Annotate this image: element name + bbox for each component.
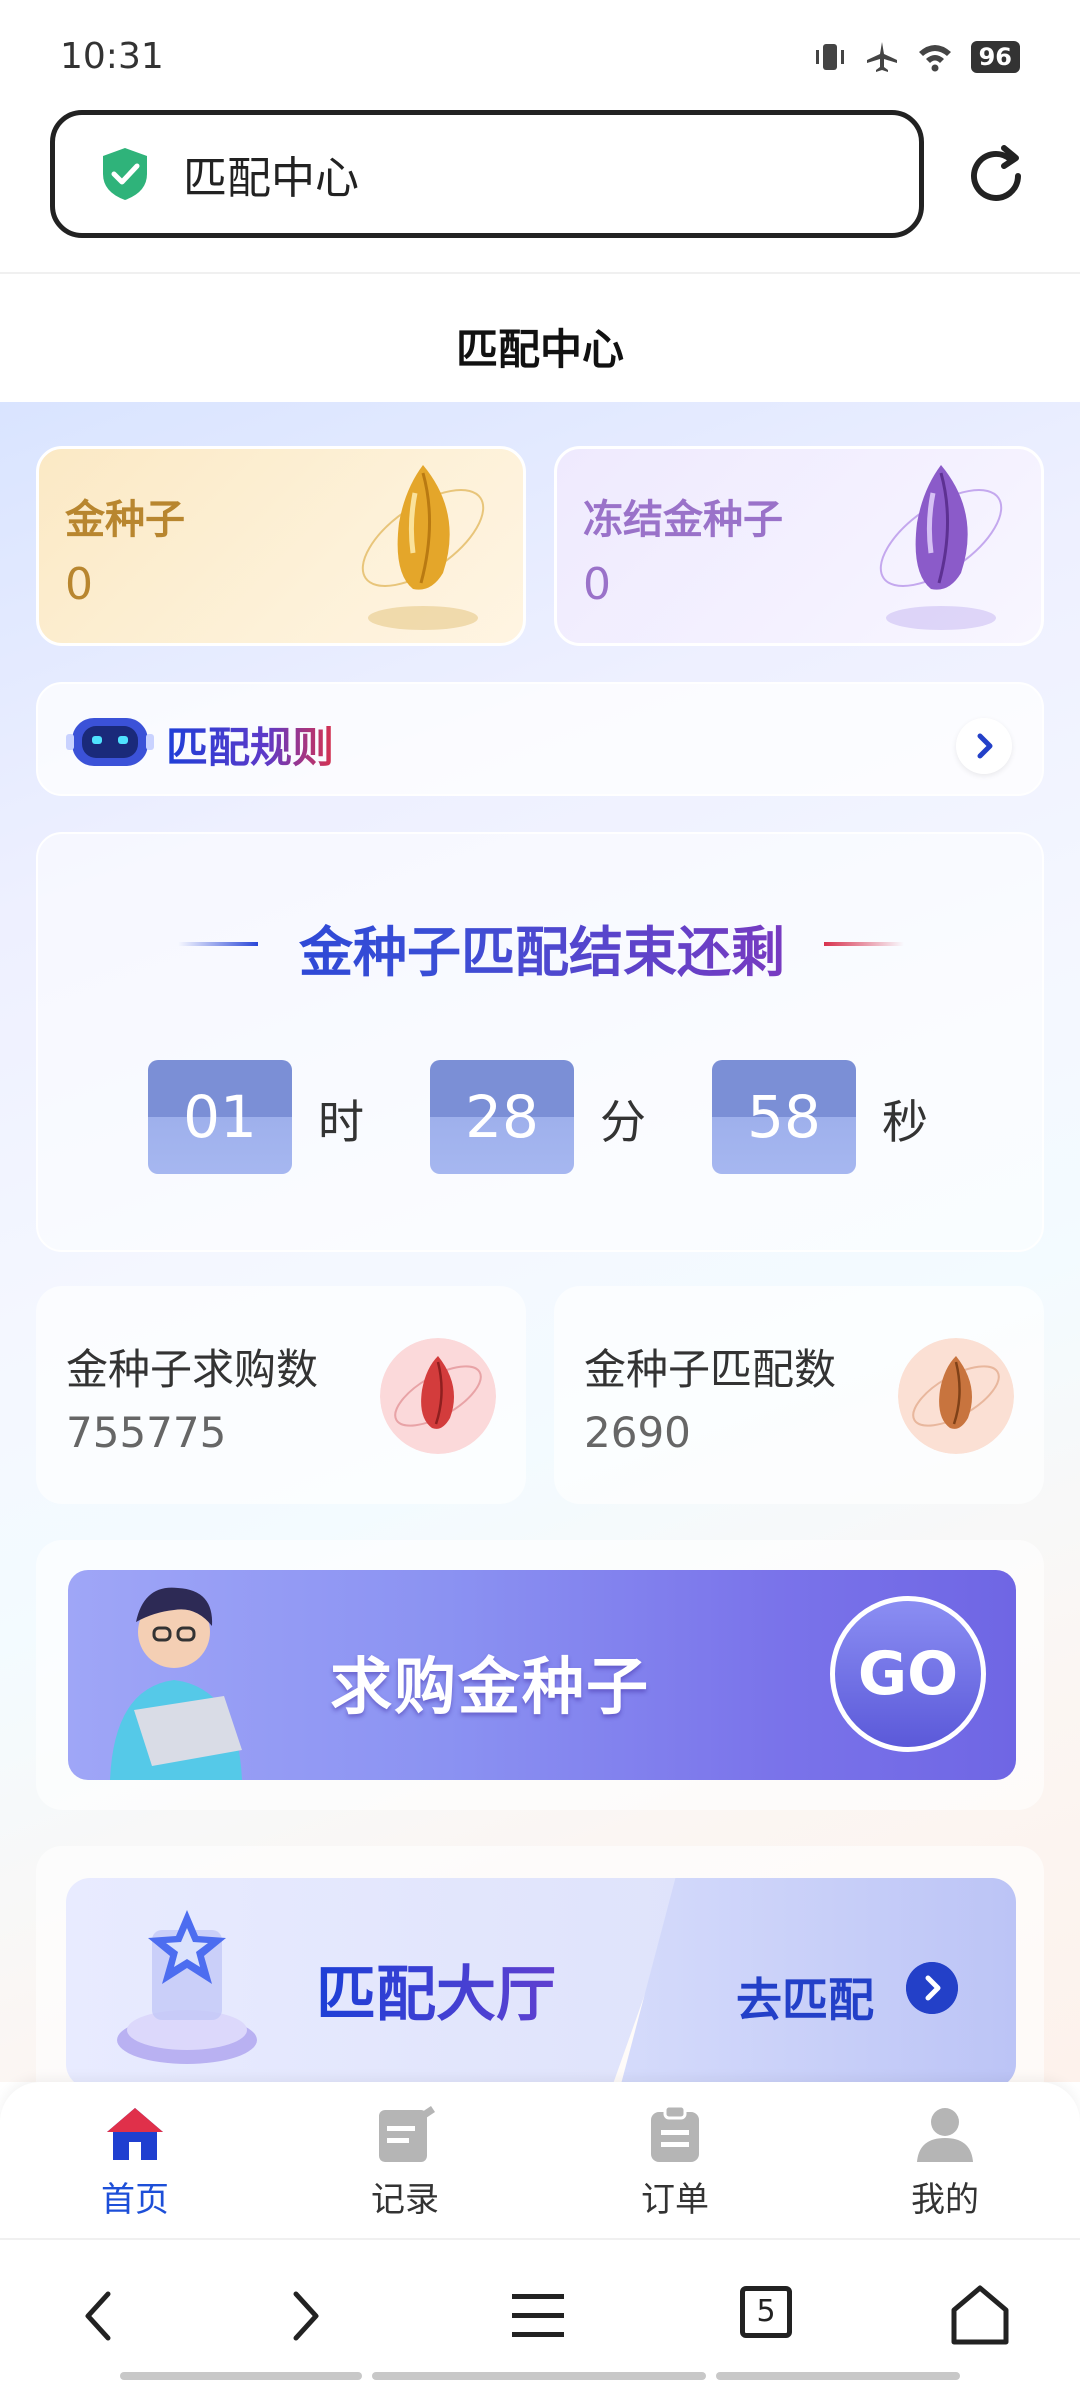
robot-icon: [66, 718, 154, 766]
countdown-minutes: 28: [430, 1060, 574, 1174]
reload-icon[interactable]: [960, 140, 1032, 212]
browser-nav-bar: 5: [0, 2238, 1080, 2388]
home-icon: [107, 2108, 163, 2160]
vibrate-icon: [815, 44, 844, 70]
person-laptop-illustration: [110, 1587, 242, 1780]
matched-count-card: 金种子匹配数 2690: [554, 1286, 1044, 1504]
minutes-unit: 分: [600, 1095, 646, 1149]
gold-seed-value: 0: [65, 559, 93, 610]
countdown-hours: 01: [148, 1060, 292, 1174]
purchase-count-value: 755775: [66, 1408, 227, 1457]
tab-records-label: 记录: [371, 2180, 439, 2220]
menu-icon[interactable]: [502, 2280, 574, 2352]
airplane-icon: [866, 42, 897, 72]
address-text: 匹配中心: [183, 153, 359, 204]
status-icons: 96: [813, 40, 1020, 74]
seconds-unit: 秒: [882, 1095, 928, 1149]
page-header: 匹配中心: [0, 272, 1080, 402]
tab-profile[interactable]: 我的: [855, 2102, 1035, 2232]
chevron-right-icon[interactable]: [956, 718, 1012, 774]
gold-seed-label: 金种子: [65, 497, 185, 543]
status-time: 10:31: [60, 36, 164, 77]
shield-check-icon: [103, 148, 147, 200]
countdown-seconds: 58: [712, 1060, 856, 1174]
match-hall-title: 匹配大厅: [316, 1946, 556, 2033]
frozen-seed-card: 冻结金种子 0: [554, 446, 1044, 646]
tab-orders-label: 订单: [641, 2180, 709, 2220]
arrow-circle-right-icon[interactable]: [906, 1962, 958, 2014]
gold-seed-icon: [361, 465, 485, 630]
edit-notes-icon: [379, 2106, 435, 2162]
title-decor-right: [824, 942, 904, 946]
matched-count-value: 2690: [584, 1408, 691, 1457]
go-match-label[interactable]: 去匹配: [736, 1964, 874, 2030]
frozen-seed-value: 0: [583, 559, 611, 610]
battery-indicator: 96: [970, 41, 1020, 73]
match-hall-card: 匹配大厅 去匹配: [36, 1846, 1044, 2106]
forward-icon[interactable]: [268, 2280, 340, 2352]
match-rules-label: 匹配规则: [166, 714, 334, 775]
gesture-bar-center: [372, 2372, 706, 2380]
wifi-icon: [918, 45, 951, 72]
buy-seed-card: 求购金种子 GO: [36, 1540, 1044, 1810]
gesture-bar-left: [120, 2372, 362, 2380]
purchase-count-card: 金种子求购数 755775: [36, 1286, 526, 1504]
red-seed-icon: [380, 1338, 496, 1454]
status-bar: 10:31 96: [0, 0, 1080, 100]
main-content: 金种子 0 冻结金种子 0 匹配规则 金种子匹配结束还剩 01 时 28 分 5…: [0, 402, 1080, 2106]
home-browser-icon[interactable]: [944, 2280, 1016, 2352]
countdown-title: 金种子匹配结束还剩: [38, 908, 1046, 987]
star-trophy-icon: [117, 1910, 257, 2064]
purchase-count-label: 金种子求购数: [66, 1345, 319, 1394]
purple-seed-icon: [879, 465, 1003, 630]
page-title: 匹配中心: [455, 325, 624, 374]
buy-seed-banner[interactable]: 求购金种子 GO: [68, 1570, 1016, 1780]
countdown-card: 金种子匹配结束还剩 01 时 28 分 58 秒: [36, 832, 1044, 1252]
clipboard-icon: [651, 2104, 699, 2162]
tab-records[interactable]: 记录: [315, 2102, 495, 2232]
matched-count-label: 金种子匹配数: [584, 1345, 837, 1394]
address-bar[interactable]: 匹配中心: [50, 110, 924, 238]
gesture-bar-right: [716, 2372, 960, 2380]
back-icon[interactable]: [64, 2280, 136, 2352]
tab-home-label: 首页: [101, 2180, 169, 2220]
gold-seed-card: 金种子 0: [36, 446, 526, 646]
frozen-seed-label: 冻结金种子: [583, 497, 783, 543]
user-icon: [917, 2108, 973, 2162]
buy-seed-label: 求购金种子: [330, 1650, 651, 1723]
hours-unit: 时: [318, 1095, 364, 1149]
bronze-seed-icon: [898, 1338, 1014, 1454]
match-rules-bar[interactable]: 匹配规则: [36, 682, 1044, 796]
go-button[interactable]: GO: [830, 1596, 986, 1752]
tab-profile-label: 我的: [911, 2180, 979, 2220]
bottom-tab-bar: 首页 记录 订单 我的: [0, 2082, 1080, 2238]
tab-orders[interactable]: 订单: [585, 2102, 765, 2232]
tabs-count-button[interactable]: 5: [740, 2286, 792, 2338]
tab-home[interactable]: 首页: [45, 2102, 225, 2232]
